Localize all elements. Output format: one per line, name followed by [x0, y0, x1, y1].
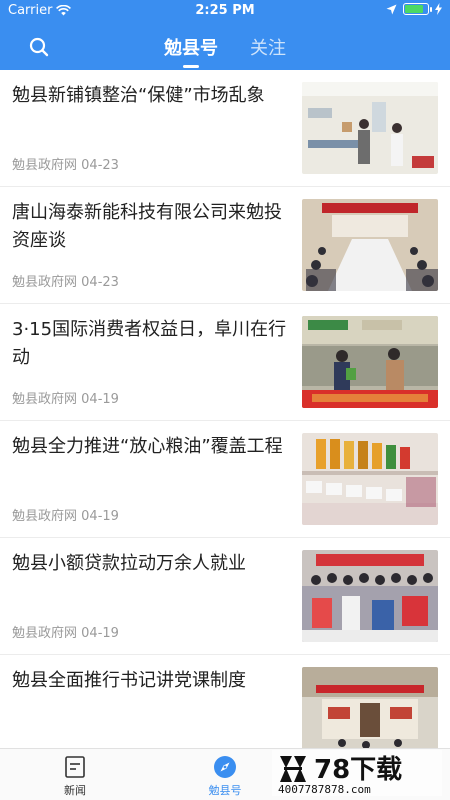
- article-source: 勉县政府网: [12, 275, 78, 290]
- tab-label: 关注: [250, 38, 286, 59]
- bottom-tab-mianxian-hao[interactable]: 勉县号: [185, 755, 265, 798]
- nav-tabs: 勉县号 关注: [0, 32, 450, 68]
- article-title: 勉县新铺镇整治“保健”市场乱象: [12, 85, 265, 106]
- article-title: 唐山海泰新能科技有限公司来勉投资座谈: [12, 202, 282, 251]
- article-title: 勉县全面推行书记讲党课制度: [12, 670, 246, 691]
- article-meta: 勉县政府网 04-23: [12, 154, 119, 173]
- article-source: 勉县政府网: [12, 158, 78, 173]
- article-date: 04-19: [81, 392, 119, 407]
- battery-icon: [403, 3, 432, 15]
- article-title: 勉县小额贷款拉动万余人就业: [12, 553, 246, 574]
- article-thumbnail: [302, 316, 438, 408]
- article-title: 勉县全力推进“放心粮油”覆盖工程: [12, 436, 283, 457]
- article-meta: 勉县政府网 04-19: [12, 622, 119, 641]
- list-item[interactable]: 3·15国际消费者权益日，阜川在行动 勉县政府网 04-19: [0, 304, 450, 421]
- article-meta: 勉县政府网 04-19: [12, 505, 119, 524]
- watermark-url: 4007787878.com: [278, 783, 371, 796]
- article-source: 勉县政府网: [12, 392, 78, 407]
- article-thumbnail: [302, 433, 438, 525]
- status-right: [386, 3, 442, 15]
- tab-active-indicator: [183, 65, 199, 68]
- watermark-logo: 78下载 4007787878.com: [272, 750, 442, 796]
- nav-bar: 勉县号 关注: [0, 22, 450, 70]
- top-bar: Carrier 2:25 PM 勉县号 关注: [0, 0, 450, 70]
- status-time: 2:25 PM: [195, 3, 255, 18]
- list-item[interactable]: 勉县新铺镇整治“保健”市场乱象 勉县政府网 04-23: [0, 70, 450, 187]
- article-date: 04-23: [81, 158, 119, 173]
- list-item[interactable]: 唐山海泰新能科技有限公司来勉投资座谈 勉县政府网 04-23: [0, 187, 450, 304]
- tab-label: 勉县号: [164, 38, 218, 59]
- article-date: 04-19: [81, 509, 119, 524]
- document-icon: [65, 756, 85, 778]
- article-date: 04-23: [81, 275, 119, 290]
- bottom-tab-news[interactable]: 新闻: [35, 755, 115, 798]
- location-arrow-icon: [386, 4, 397, 14]
- tab-mianxian-hao[interactable]: 勉县号: [162, 32, 220, 68]
- compass-icon: [214, 756, 236, 778]
- article-source: 勉县政府网: [12, 509, 78, 524]
- bottom-tab-label: 勉县号: [208, 784, 242, 797]
- article-meta: 勉县政府网 04-19: [12, 388, 119, 407]
- status-bar: Carrier 2:25 PM: [0, 0, 450, 22]
- article-thumbnail: [302, 550, 438, 642]
- article-thumbnail: [302, 667, 438, 759]
- article-meta: 勉县政府网 04-23: [12, 271, 119, 290]
- bottom-tab-label: 新闻: [64, 784, 86, 797]
- article-thumbnail: [302, 82, 438, 174]
- list-item[interactable]: 勉县小额贷款拉动万余人就业 勉县政府网 04-19: [0, 538, 450, 655]
- tab-follow[interactable]: 关注: [248, 32, 288, 68]
- article-list: 勉县新铺镇整治“保健”市场乱象 勉县政府网 04-23 唐山海泰新能科技有限公司…: [0, 70, 450, 772]
- list-item[interactable]: 勉县全力推进“放心粮油”覆盖工程 勉县政府网 04-19: [0, 421, 450, 538]
- article-source: 勉县政府网: [12, 626, 78, 641]
- article-date: 04-19: [81, 626, 119, 641]
- article-thumbnail: [302, 199, 438, 291]
- article-title: 3·15国际消费者权益日，阜川在行动: [12, 319, 287, 368]
- charging-bolt-icon: [435, 3, 442, 15]
- watermark-brand: 78下载: [314, 755, 402, 785]
